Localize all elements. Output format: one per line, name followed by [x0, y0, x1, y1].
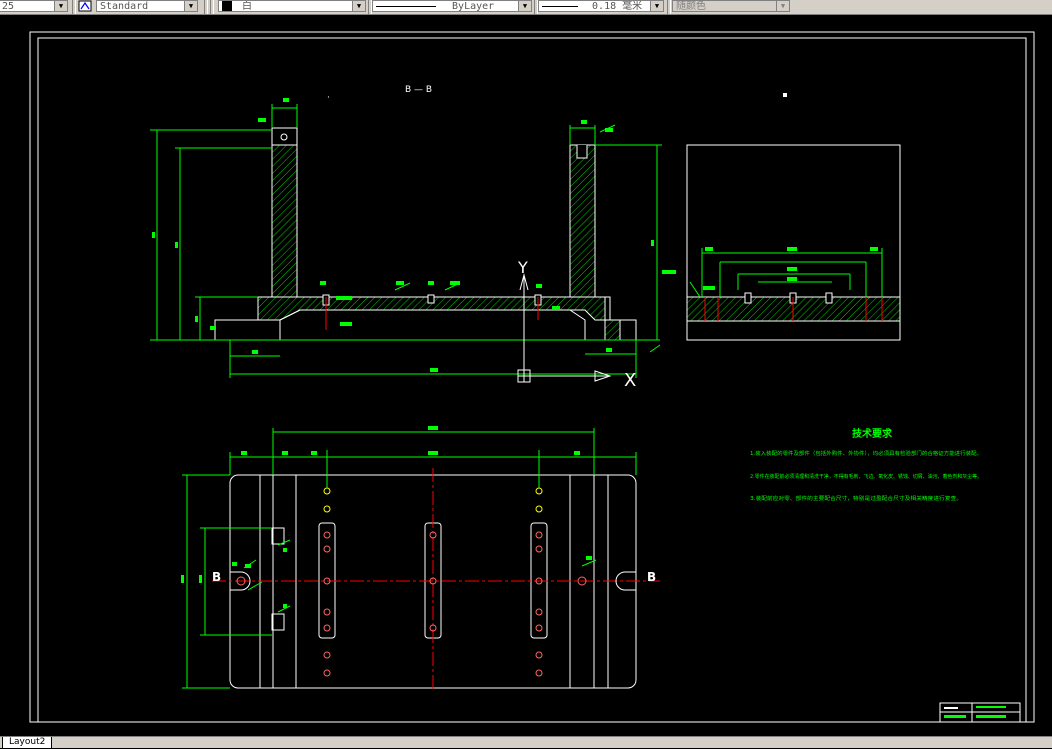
chevron-down-icon[interactable]: ▼ — [54, 1, 67, 11]
right-upright — [569, 144, 596, 298]
properties-toolbar: 25 ▼ Standard ▼ 白 ▼ ByLayer ▼ 0.18 毫米 ▼ … — [0, 0, 1052, 15]
toolbar-separator — [204, 0, 208, 14]
detail-view — [662, 144, 901, 341]
chevron-down-icon[interactable]: ▼ — [184, 1, 197, 11]
tab-layout2[interactable]: Layout2 — [2, 737, 53, 749]
ucs-icon — [517, 273, 612, 383]
dimscale-value: 25 — [2, 1, 15, 12]
front-section-view: Y X — [150, 98, 662, 391]
chevron-down-icon: ▼ — [776, 1, 789, 11]
lineweight-sample-icon — [542, 5, 578, 7]
linetype-sample-icon — [376, 5, 436, 7]
tab-label: Layout2 — [9, 737, 46, 747]
left-upright — [271, 144, 298, 298]
tech-line-3: 3.装配前应对零、部件的主要配合尺寸，特别是过盈配合尺寸及相关精度进行复查。 — [750, 494, 962, 502]
linetype-value: ByLayer — [452, 1, 495, 12]
detail-dimensions — [689, 248, 883, 298]
linetype-combo[interactable]: ByLayer ▼ — [372, 0, 532, 12]
chevron-down-icon[interactable]: ▼ — [518, 1, 531, 11]
sheet-outer-border — [29, 31, 1035, 723]
technical-requirements: 技术要求 1.装入装配的零件及部件（包括外购件、外协件），均必须具有检验部门的合… — [750, 427, 982, 502]
lineweight-combo[interactable]: 0.18 毫米 ▼ — [538, 0, 664, 12]
screw-hole — [427, 294, 435, 304]
axis-y-label: Y — [517, 258, 528, 277]
textstyle-value: Standard — [100, 1, 149, 12]
right-upright-slot — [576, 145, 588, 159]
axis-x-label: X — [624, 370, 636, 391]
chevron-down-icon[interactable]: ▼ — [650, 1, 663, 11]
layer-value: 白 — [242, 1, 253, 12]
tech-line-2: 2.零件在装配前必须清理和清洗干净，不得有毛刺、飞边、氧化皮、锈蚀、切屑、油污、… — [750, 472, 982, 480]
textstyle-combo[interactable]: Standard ▼ — [96, 0, 198, 12]
chevron-down-icon[interactable]: ▼ — [352, 1, 365, 11]
point-mark — [783, 93, 787, 97]
drawing-canvas[interactable]: B — B · Y X B B 技术要求 1.装入装配的零件及部件（包括外购件、… — [0, 14, 1052, 736]
layer-combo[interactable]: 白 ▼ — [218, 0, 366, 12]
layout-tab-bar: Layout2 — [0, 736, 1052, 749]
left-upright-top — [271, 127, 298, 146]
dimscale-combo[interactable]: 25 ▼ — [0, 0, 68, 12]
section-label: B — B — [405, 85, 432, 95]
red-holes — [236, 531, 587, 677]
tech-line-1: 1.装入装配的零件及部件（包括外购件、外协件），均必须具有检验部门的合格证方能进… — [750, 449, 982, 457]
title-block — [939, 702, 1021, 723]
plotstyle-value: 随颜色 — [676, 1, 706, 12]
section-mark-left: B — [212, 570, 221, 584]
plan-dimensions — [182, 428, 637, 689]
small-mark: · — [327, 93, 330, 103]
layer-color-swatch-icon — [222, 1, 232, 11]
base-plate — [257, 296, 621, 341]
toolbar-separator — [667, 0, 671, 14]
toolbar-separator — [72, 0, 76, 14]
lineweight-value: 0.18 毫米 — [592, 1, 643, 12]
plan-view: B B — [181, 426, 660, 692]
toolbar-separator — [210, 0, 214, 14]
tech-title: 技术要求 — [852, 427, 893, 440]
hole-circle — [280, 133, 288, 141]
section-mark-right: B — [647, 570, 656, 584]
sheet-inner-border — [37, 37, 1027, 723]
plotstyle-combo: 随颜色 ▼ — [672, 0, 790, 12]
textstyle-icon[interactable] — [78, 0, 92, 12]
